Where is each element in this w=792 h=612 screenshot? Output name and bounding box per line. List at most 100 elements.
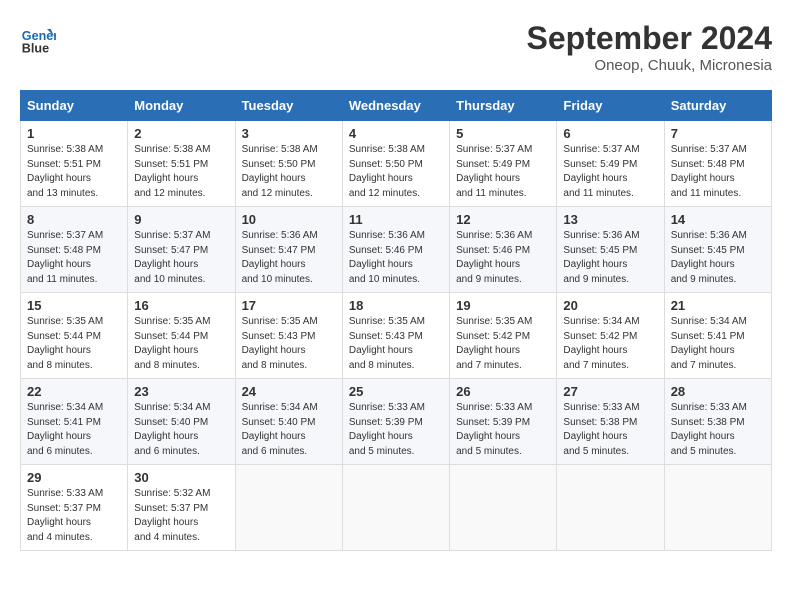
day-info: Sunrise: 5:35 AM Sunset: 5:43 PM Dayligh… xyxy=(349,315,443,373)
sunrise-label: Sunrise: 5:38 AM xyxy=(242,144,318,155)
calendar-cell: 2 Sunrise: 5:38 AM Sunset: 5:51 PM Dayli… xyxy=(128,121,235,207)
sunset-label: Sunset: 5:48 PM xyxy=(27,245,101,256)
daylight-duration: and 12 minutes. xyxy=(134,188,205,199)
daylight-label: Daylight hours xyxy=(563,345,627,356)
day-number: 29 xyxy=(27,470,121,485)
daylight-label: Daylight hours xyxy=(27,345,91,356)
daylight-label: Daylight hours xyxy=(134,431,198,442)
daylight-duration: and 6 minutes. xyxy=(134,446,200,457)
daylight-label: Daylight hours xyxy=(456,173,520,184)
sunrise-label: Sunrise: 5:37 AM xyxy=(563,144,639,155)
sunset-label: Sunset: 5:38 PM xyxy=(563,417,637,428)
calendar-cell xyxy=(342,465,449,551)
day-number: 4 xyxy=(349,126,443,141)
daylight-label: Daylight hours xyxy=(563,173,627,184)
day-info: Sunrise: 5:35 AM Sunset: 5:42 PM Dayligh… xyxy=(456,315,550,373)
calendar-week-3: 15 Sunrise: 5:35 AM Sunset: 5:44 PM Dayl… xyxy=(21,293,772,379)
sunrise-label: Sunrise: 5:34 AM xyxy=(242,402,318,413)
calendar-table: SundayMondayTuesdayWednesdayThursdayFrid… xyxy=(20,90,772,551)
day-number: 12 xyxy=(456,212,550,227)
daylight-label: Daylight hours xyxy=(134,259,198,270)
calendar-week-2: 8 Sunrise: 5:37 AM Sunset: 5:48 PM Dayli… xyxy=(21,207,772,293)
daylight-duration: and 10 minutes. xyxy=(349,274,420,285)
daylight-label: Daylight hours xyxy=(456,345,520,356)
sunset-label: Sunset: 5:49 PM xyxy=(456,159,530,170)
calendar-cell: 25 Sunrise: 5:33 AM Sunset: 5:39 PM Dayl… xyxy=(342,379,449,465)
sunset-label: Sunset: 5:43 PM xyxy=(349,331,423,342)
day-number: 22 xyxy=(27,384,121,399)
day-info: Sunrise: 5:33 AM Sunset: 5:38 PM Dayligh… xyxy=(563,401,657,459)
daylight-duration: and 8 minutes. xyxy=(349,360,415,371)
logo: General Blue xyxy=(20,20,56,56)
sunrise-label: Sunrise: 5:37 AM xyxy=(671,144,747,155)
daylight-label: Daylight hours xyxy=(134,517,198,528)
day-number: 19 xyxy=(456,298,550,313)
weekday-header-wednesday: Wednesday xyxy=(342,91,449,121)
svg-text:Blue: Blue xyxy=(22,41,49,55)
daylight-duration: and 5 minutes. xyxy=(456,446,522,457)
sunrise-label: Sunrise: 5:36 AM xyxy=(242,230,318,241)
calendar-cell: 6 Sunrise: 5:37 AM Sunset: 5:49 PM Dayli… xyxy=(557,121,664,207)
month-title: September 2024 xyxy=(527,20,772,57)
sunrise-label: Sunrise: 5:34 AM xyxy=(27,402,103,413)
daylight-label: Daylight hours xyxy=(671,259,735,270)
sunrise-label: Sunrise: 5:35 AM xyxy=(134,316,210,327)
calendar-cell: 29 Sunrise: 5:33 AM Sunset: 5:37 PM Dayl… xyxy=(21,465,128,551)
day-info: Sunrise: 5:36 AM Sunset: 5:46 PM Dayligh… xyxy=(349,229,443,287)
sunrise-label: Sunrise: 5:38 AM xyxy=(27,144,103,155)
day-number: 14 xyxy=(671,212,765,227)
day-info: Sunrise: 5:33 AM Sunset: 5:38 PM Dayligh… xyxy=(671,401,765,459)
daylight-label: Daylight hours xyxy=(671,345,735,356)
sunrise-label: Sunrise: 5:36 AM xyxy=(671,230,747,241)
daylight-label: Daylight hours xyxy=(27,431,91,442)
sunset-label: Sunset: 5:50 PM xyxy=(242,159,316,170)
weekday-header-saturday: Saturday xyxy=(664,91,771,121)
day-number: 21 xyxy=(671,298,765,313)
calendar-cell: 17 Sunrise: 5:35 AM Sunset: 5:43 PM Dayl… xyxy=(235,293,342,379)
daylight-duration: and 4 minutes. xyxy=(27,532,93,543)
daylight-label: Daylight hours xyxy=(671,173,735,184)
day-number: 8 xyxy=(27,212,121,227)
sunrise-label: Sunrise: 5:33 AM xyxy=(27,488,103,499)
day-info: Sunrise: 5:34 AM Sunset: 5:40 PM Dayligh… xyxy=(242,401,336,459)
day-info: Sunrise: 5:33 AM Sunset: 5:37 PM Dayligh… xyxy=(27,487,121,545)
daylight-duration: and 10 minutes. xyxy=(242,274,313,285)
daylight-duration: and 11 minutes. xyxy=(671,188,741,199)
calendar-cell xyxy=(235,465,342,551)
calendar-cell: 14 Sunrise: 5:36 AM Sunset: 5:45 PM Dayl… xyxy=(664,207,771,293)
calendar-cell: 20 Sunrise: 5:34 AM Sunset: 5:42 PM Dayl… xyxy=(557,293,664,379)
sunset-label: Sunset: 5:41 PM xyxy=(671,331,745,342)
daylight-label: Daylight hours xyxy=(349,173,413,184)
day-info: Sunrise: 5:33 AM Sunset: 5:39 PM Dayligh… xyxy=(456,401,550,459)
calendar-cell: 23 Sunrise: 5:34 AM Sunset: 5:40 PM Dayl… xyxy=(128,379,235,465)
day-info: Sunrise: 5:37 AM Sunset: 5:48 PM Dayligh… xyxy=(671,143,765,201)
daylight-label: Daylight hours xyxy=(242,259,306,270)
daylight-label: Daylight hours xyxy=(242,431,306,442)
sunrise-label: Sunrise: 5:38 AM xyxy=(349,144,425,155)
daylight-duration: and 7 minutes. xyxy=(456,360,522,371)
day-number: 15 xyxy=(27,298,121,313)
daylight-label: Daylight hours xyxy=(27,259,91,270)
sunset-label: Sunset: 5:40 PM xyxy=(242,417,316,428)
day-info: Sunrise: 5:37 AM Sunset: 5:48 PM Dayligh… xyxy=(27,229,121,287)
daylight-duration: and 8 minutes. xyxy=(242,360,308,371)
day-number: 24 xyxy=(242,384,336,399)
sunrise-label: Sunrise: 5:36 AM xyxy=(456,230,532,241)
sunset-label: Sunset: 5:51 PM xyxy=(27,159,101,170)
day-info: Sunrise: 5:33 AM Sunset: 5:39 PM Dayligh… xyxy=(349,401,443,459)
daylight-duration: and 9 minutes. xyxy=(456,274,522,285)
calendar-cell: 5 Sunrise: 5:37 AM Sunset: 5:49 PM Dayli… xyxy=(450,121,557,207)
weekday-header-thursday: Thursday xyxy=(450,91,557,121)
calendar-cell: 22 Sunrise: 5:34 AM Sunset: 5:41 PM Dayl… xyxy=(21,379,128,465)
daylight-duration: and 5 minutes. xyxy=(671,446,737,457)
sunset-label: Sunset: 5:46 PM xyxy=(456,245,530,256)
day-info: Sunrise: 5:34 AM Sunset: 5:41 PM Dayligh… xyxy=(27,401,121,459)
sunset-label: Sunset: 5:51 PM xyxy=(134,159,208,170)
daylight-label: Daylight hours xyxy=(671,431,735,442)
daylight-duration: and 11 minutes. xyxy=(456,188,526,199)
sunset-label: Sunset: 5:39 PM xyxy=(349,417,423,428)
sunset-label: Sunset: 5:45 PM xyxy=(563,245,637,256)
sunrise-label: Sunrise: 5:33 AM xyxy=(563,402,639,413)
calendar-cell: 12 Sunrise: 5:36 AM Sunset: 5:46 PM Dayl… xyxy=(450,207,557,293)
sunrise-label: Sunrise: 5:34 AM xyxy=(671,316,747,327)
